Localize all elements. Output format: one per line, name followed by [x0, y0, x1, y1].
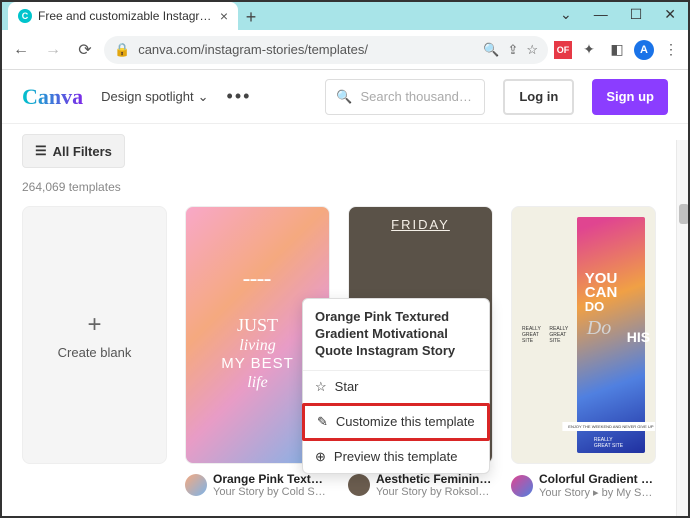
star-icon: ☆: [315, 379, 327, 395]
scrollbar-thumb[interactable]: [679, 204, 689, 224]
share-icon[interactable]: ⇪: [507, 42, 518, 58]
more-menu[interactable]: •••: [227, 86, 252, 107]
login-button[interactable]: Log in: [503, 79, 574, 115]
edit-icon: ✎: [317, 414, 328, 430]
profile-avatar[interactable]: A: [634, 40, 654, 60]
all-filters-button[interactable]: ☰ All Filters: [22, 134, 125, 168]
app-viewport: Canva Design spotlight ⌄ ••• 🔍 Search th…: [0, 70, 690, 518]
reload-button[interactable]: ⟳: [72, 37, 98, 63]
context-menu: Orange Pink Textured Gradient Motivation…: [302, 298, 490, 474]
scrollbar[interactable]: [676, 140, 690, 518]
plus-icon: +: [87, 311, 101, 339]
template-subtitle: Your Story ▸ by My Socia…: [539, 486, 656, 499]
zoom-icon[interactable]: 🔍: [483, 42, 499, 58]
preview-template-option[interactable]: ⊕ Preview this template: [303, 441, 489, 473]
maximize-icon[interactable]: ☐: [630, 6, 643, 23]
author-avatar: [511, 475, 533, 497]
chevron-down-icon: ⌄: [198, 89, 209, 105]
new-tab-button[interactable]: +: [238, 4, 264, 30]
filter-bar: ☰ All Filters: [0, 124, 690, 178]
close-tab-icon[interactable]: ×: [220, 8, 228, 24]
extensions-icon[interactable]: ✦: [578, 39, 600, 61]
browser-tab[interactable]: C Free and customizable Instagram ×: [8, 2, 238, 30]
canva-favicon: C: [18, 9, 32, 23]
forward-button[interactable]: →: [40, 37, 66, 63]
author-avatar: [348, 474, 370, 496]
star-option[interactable]: ☆ Star: [303, 371, 489, 403]
bookmark-icon[interactable]: ☆: [526, 42, 538, 58]
template-subtitle: Your Story by Cold Sea D…: [213, 486, 330, 498]
close-window-icon[interactable]: ✕: [664, 6, 676, 23]
create-blank-card[interactable]: + Create blank: [22, 206, 167, 499]
template-count: 264,069 templates: [0, 178, 690, 200]
template-card[interactable]: REALLY GREAT SITEREALLY GREAT SITE YOU C…: [511, 206, 656, 499]
minimize-icon[interactable]: —: [594, 6, 608, 22]
template-title: Colorful Gradient Noi…: [539, 472, 656, 486]
template-title: Aesthetic Feminine …: [376, 472, 493, 486]
author-avatar: [185, 474, 207, 496]
app-header: Canva Design spotlight ⌄ ••• 🔍 Search th…: [0, 70, 690, 124]
template-thumbnail[interactable]: REALLY GREAT SITEREALLY GREAT SITE YOU C…: [511, 206, 656, 464]
design-spotlight-menu[interactable]: Design spotlight ⌄: [101, 89, 208, 105]
popover-title: Orange Pink Textured Gradient Motivation…: [303, 299, 489, 371]
template-title: Orange Pink Textured…: [213, 472, 330, 486]
search-icon: 🔍: [336, 89, 352, 105]
url-bar[interactable]: 🔒 canva.com/instagram-stories/templates/…: [104, 36, 548, 64]
tab-title: Free and customizable Instagram: [38, 9, 214, 23]
browser-titlebar: C Free and customizable Instagram × + ⌄ …: [0, 0, 690, 30]
url-text: canva.com/instagram-stories/templates/: [138, 42, 368, 57]
magnify-icon: ⊕: [315, 449, 326, 465]
browser-toolbar: ← → ⟳ 🔒 canva.com/instagram-stories/temp…: [0, 30, 690, 70]
window-controls: ⌄ — ☐ ✕: [560, 2, 690, 30]
chevron-down-icon[interactable]: ⌄: [560, 6, 572, 23]
back-button[interactable]: ←: [8, 37, 34, 63]
filter-icon: ☰: [35, 143, 47, 159]
search-input[interactable]: 🔍 Search thousands of templates: [325, 79, 485, 115]
create-blank-label: Create blank: [58, 345, 132, 360]
search-placeholder: Search thousands of templates: [361, 89, 475, 104]
canva-logo[interactable]: Canva: [22, 84, 83, 110]
signup-button[interactable]: Sign up: [592, 79, 668, 115]
extension-badge[interactable]: OF: [554, 41, 572, 59]
browser-menu-icon[interactable]: ⋮: [660, 39, 682, 61]
template-subtitle: Your Story by Roksolana …: [376, 486, 493, 498]
lock-icon: 🔒: [114, 42, 130, 58]
sidepanel-icon[interactable]: ◧: [606, 39, 628, 61]
customize-template-option[interactable]: ✎ Customize this template: [302, 403, 490, 441]
